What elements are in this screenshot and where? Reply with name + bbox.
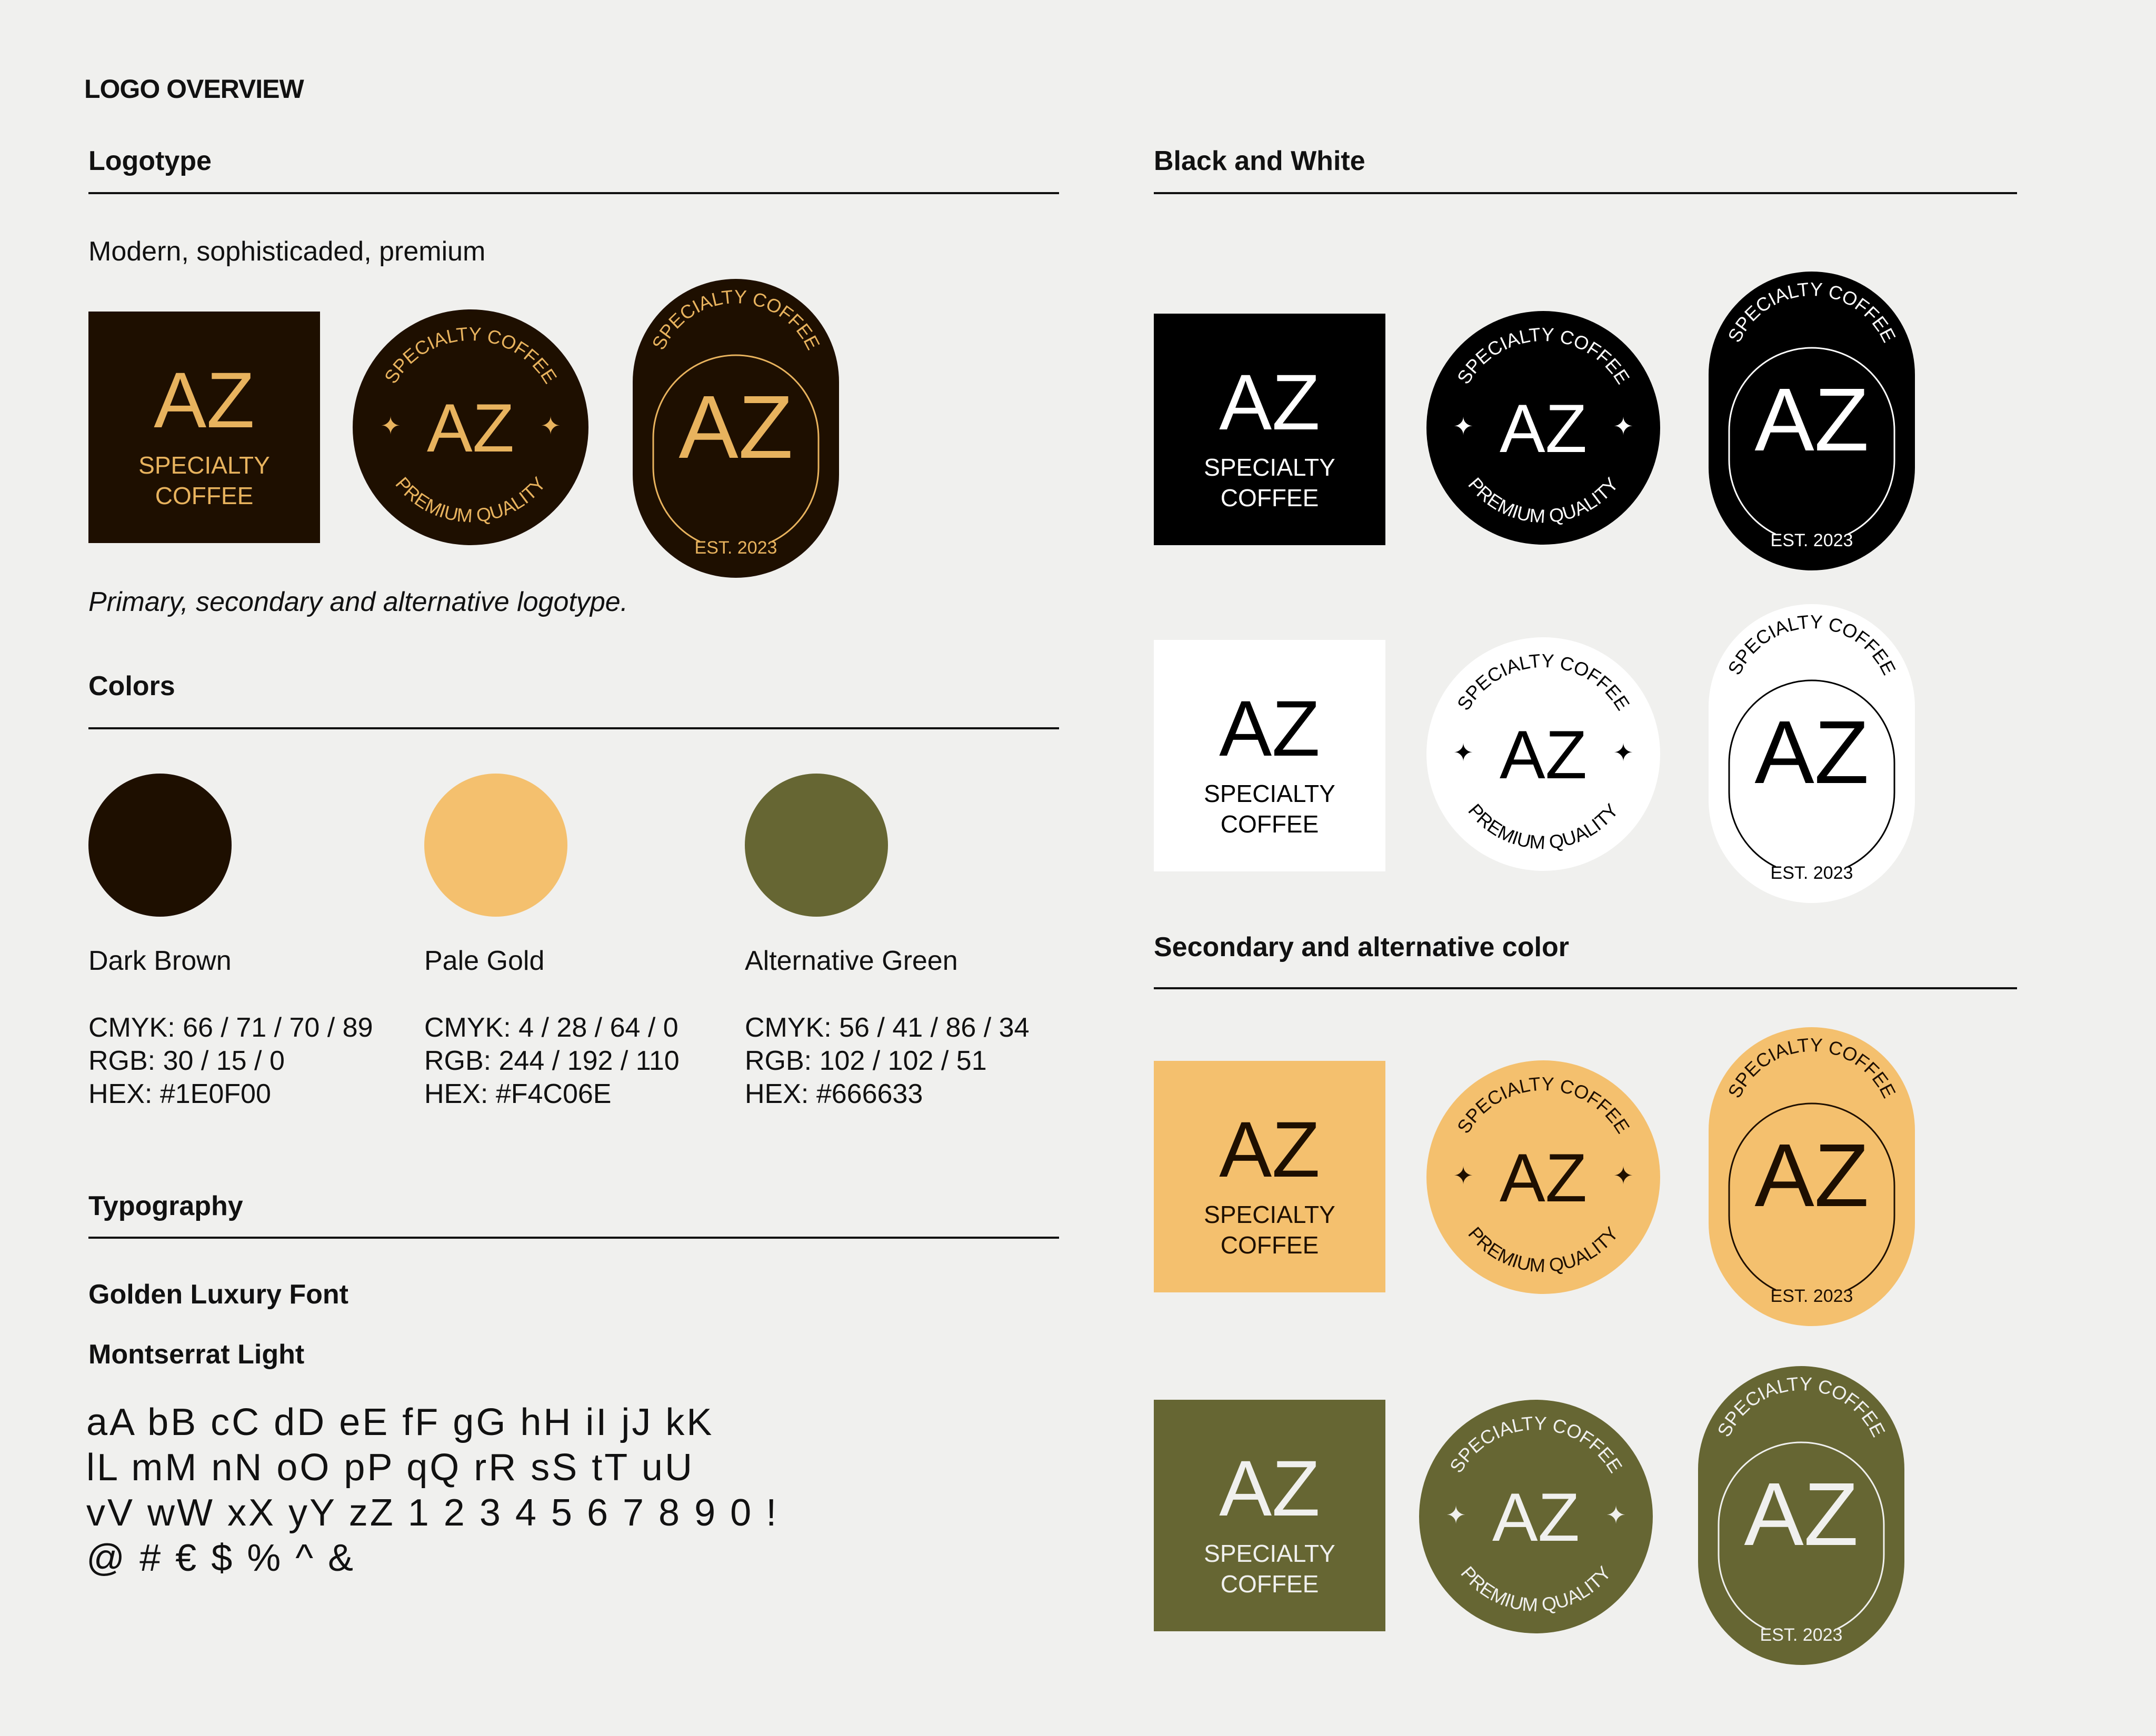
alternative-logo-arch: SPECIALTY COFFEE AZ EST. 2023 [633, 279, 839, 578]
green-logos-row: AZ SPECIALTY COFFEE SPECIALTY COFFEE PRE… [1154, 1366, 1904, 1665]
logotype-title: Logotype [88, 146, 212, 176]
logo-arch: SPECIALTY COFFEE AZ EST. 2023 [1698, 1366, 1904, 1665]
glyph-line: @ # € $ % ^ & [86, 1537, 356, 1579]
logo-square: AZ SPECIALTY COFFEE [1154, 640, 1385, 871]
page-title: LOGO OVERVIEW [84, 74, 304, 104]
hex-value: HEX: #F4C06E [424, 1079, 612, 1109]
star-icon: ✦ [1446, 1501, 1466, 1529]
logotype-caption: Primary, secondary and alternative logot… [88, 587, 628, 617]
monogram: AZ [1500, 1139, 1587, 1216]
logo-arch: SPECIALTY COFFEE AZ EST. 2023 [1709, 1027, 1915, 1326]
logo-coffee: COFFEE [1221, 484, 1319, 511]
logo-coffee: COFFEE [1221, 810, 1319, 838]
star-icon: ✦ [1453, 739, 1474, 766]
est-text: EST. 2023 [1771, 863, 1853, 883]
rgb-value: RGB: 30 / 15 / 0 [88, 1046, 285, 1076]
star-icon: ✦ [1613, 739, 1634, 766]
logotype-description: Modern, sophisticaded, premium [88, 236, 486, 267]
swatch-values-alternative-green: CMYK: 56 / 41 / 86 / 34 RGB: 102 / 102 /… [745, 1011, 1030, 1111]
logo-coffee: COFFEE [155, 482, 254, 509]
est-text: EST. 2023 [695, 538, 777, 558]
glyph-line: vV wW xX yY zZ 1 2 3 4 5 6 7 8 9 0 ! [86, 1492, 779, 1534]
font-name-primary: Golden Luxury Font [88, 1279, 348, 1310]
monogram: AZ [154, 356, 255, 444]
logotype-rule [88, 192, 1059, 194]
logo-circle: SPECIALTY COFFEE PREMIUM QUALITY AZ ✦ ✦ [1419, 1400, 1653, 1633]
swatch-alternative-green [745, 774, 888, 917]
swatch-name: Alternative Green [745, 946, 958, 976]
star-icon: ✦ [1613, 1162, 1634, 1189]
monogram: AZ [427, 389, 514, 466]
cmyk-value: CMYK: 4 / 28 / 64 / 0 [424, 1012, 678, 1043]
logo-coffee: COFFEE [1221, 1570, 1319, 1598]
star-icon: ✦ [541, 412, 561, 439]
logo-arch: SPECIALTY COFFEE AZ EST. 2023 [1709, 272, 1915, 570]
monogram: AZ [1754, 1126, 1869, 1226]
cmyk-value: CMYK: 56 / 41 / 86 / 34 [745, 1012, 1030, 1043]
logo-coffee: COFFEE [1221, 1231, 1319, 1259]
secondary-title: Secondary and alternative color [1154, 932, 1569, 962]
monogram: AZ [1492, 1479, 1580, 1556]
logo-circle: SPECIALTY COFFEE PREMIUM QUALITY AZ ✦ ✦ [1426, 311, 1660, 545]
bw-white-logos-row: AZ SPECIALTY COFFEE SPECIALTY COFFEE PRE… [1154, 604, 1915, 903]
hex-value: HEX: #666633 [745, 1079, 923, 1109]
primary-logo-square: AZ SPECIALTY COFFEE [88, 312, 320, 543]
gold-logos-row: AZ SPECIALTY COFFEE SPECIALTY COFFEE PRE… [1154, 1027, 1915, 1326]
logo-square: AZ SPECIALTY COFFEE [1154, 1400, 1385, 1631]
logo-specialty: SPECIALTY [1204, 1540, 1335, 1567]
monogram: AZ [1219, 1105, 1320, 1193]
colors-rule [88, 727, 1059, 729]
typography-rule [88, 1237, 1059, 1239]
secondary-logo-circle: SPECIALTY COFFEE PREMIUM QUALITY AZ ✦ ✦ [353, 309, 588, 545]
logo-arch: SPECIALTY COFFEE AZ EST. 2023 [1709, 604, 1915, 903]
star-icon: ✦ [1606, 1501, 1626, 1529]
star-icon: ✦ [1453, 1162, 1474, 1189]
monogram: AZ [1219, 684, 1320, 772]
swatch-name: Pale Gold [424, 946, 545, 976]
glyph-specimen: aA bB cC dD eE fF gG hH iI jJ kK lL mM n… [86, 1400, 778, 1581]
monogram: AZ [678, 377, 793, 477]
star-icon: ✦ [381, 412, 401, 439]
swatch-name: Dark Brown [88, 946, 232, 976]
logo-circle: SPECIALTY COFFEE PREMIUM QUALITY AZ ✦ ✦ [1426, 1060, 1660, 1294]
monogram: AZ [1754, 370, 1869, 470]
bw-black-logos-row: AZ SPECIALTY COFFEE SPECIALTY COFFEE PRE… [1154, 272, 1915, 570]
est-text: EST. 2023 [1771, 530, 1853, 550]
logo-square: AZ SPECIALTY COFFEE [1154, 314, 1385, 545]
est-text: EST. 2023 [1760, 1625, 1843, 1645]
cmyk-value: CMYK: 66 / 71 / 70 / 89 [88, 1012, 373, 1043]
hex-value: HEX: #1E0F00 [88, 1079, 271, 1109]
logo-circle: SPECIALTY COFFEE PREMIUM QUALITY AZ ✦ ✦ [1426, 637, 1660, 871]
rgb-value: RGB: 244 / 192 / 110 [424, 1046, 680, 1076]
logo-specialty: SPECIALTY [138, 451, 270, 479]
logo-specialty: SPECIALTY [1204, 454, 1335, 481]
monogram: AZ [1754, 703, 1869, 802]
monogram: AZ [1219, 358, 1320, 446]
bw-title: Black and White [1154, 146, 1365, 176]
colors-title: Colors [88, 671, 175, 701]
monogram: AZ [1744, 1464, 1858, 1564]
logo-specialty: SPECIALTY [1204, 780, 1335, 807]
monogram: AZ [1500, 390, 1587, 467]
monogram: AZ [1500, 716, 1587, 793]
monogram: AZ [1219, 1444, 1320, 1532]
bw-rule [1154, 192, 2017, 194]
primary-logos-row: AZ SPECIALTY COFFEE SPECIALTY COFFEE PRE… [88, 279, 839, 578]
swatch-pale-gold [424, 774, 567, 917]
est-text: EST. 2023 [1771, 1286, 1853, 1306]
star-icon: ✦ [1613, 413, 1634, 440]
typography-title: Typography [88, 1191, 243, 1221]
logo-specialty: SPECIALTY [1204, 1201, 1335, 1228]
swatch-values-dark-brown: CMYK: 66 / 71 / 70 / 89 RGB: 30 / 15 / 0… [88, 1011, 373, 1111]
secondary-rule [1154, 987, 2017, 989]
rgb-value: RGB: 102 / 102 / 51 [745, 1046, 987, 1076]
swatch-values-pale-gold: CMYK: 4 / 28 / 64 / 0 RGB: 244 / 192 / 1… [424, 1011, 680, 1111]
glyph-line: aA bB cC dD eE fF gG hH iI jJ kK [86, 1401, 714, 1443]
swatch-dark-brown [88, 774, 232, 917]
font-name-secondary: Montserrat Light [88, 1339, 305, 1370]
glyph-line: lL mM nN oO pP qQ rR sS tT uU [86, 1447, 694, 1489]
star-icon: ✦ [1453, 413, 1474, 440]
logo-square: AZ SPECIALTY COFFEE [1154, 1061, 1385, 1292]
